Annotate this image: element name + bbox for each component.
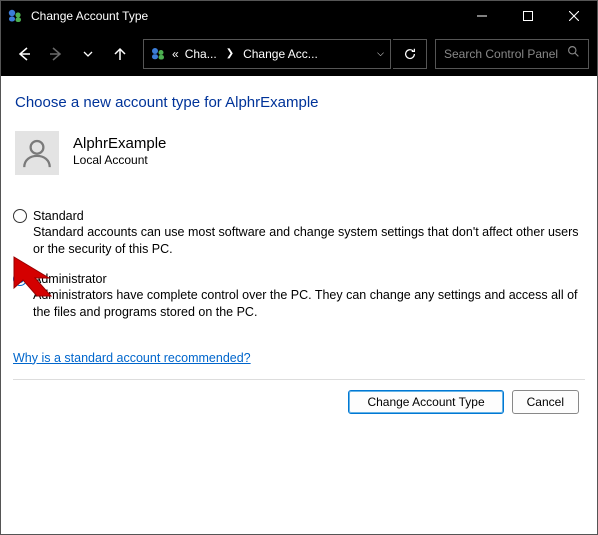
maximize-button[interactable]: [505, 1, 551, 31]
crumb-2[interactable]: Change Acc...: [243, 47, 318, 61]
help-link[interactable]: Why is a standard account recommended?: [13, 351, 251, 365]
option-standard[interactable]: Standard Standard accounts can use most …: [13, 209, 585, 258]
avatar: [15, 131, 59, 175]
crumb-prefix: «: [172, 47, 179, 61]
radio-standard[interactable]: [13, 209, 27, 223]
window-title: Change Account Type: [31, 9, 459, 23]
search-input[interactable]: Search Control Panel: [435, 39, 589, 69]
crumb-1[interactable]: Cha...: [185, 47, 217, 61]
chevron-down-icon[interactable]: ⌵: [377, 48, 384, 59]
refresh-button[interactable]: [393, 39, 427, 69]
title-bar: Change Account Type: [1, 1, 597, 31]
page-title: Choose a new account type for AlphrExamp…: [13, 94, 585, 111]
minimize-button[interactable]: [459, 1, 505, 31]
content-area: Choose a new account type for AlphrExamp…: [1, 76, 597, 414]
button-row: Change Account Type Cancel: [13, 390, 585, 414]
option-administrator-label: Administrator: [33, 272, 107, 286]
option-standard-desc: Standard accounts can use most software …: [33, 224, 585, 258]
navigation-bar: « Cha... ❯ Change Acc... ⌵ Search Contro…: [1, 31, 597, 76]
close-button[interactable]: [551, 1, 597, 31]
user-summary: AlphrExample Local Account: [13, 131, 585, 175]
change-account-type-button[interactable]: Change Account Type: [348, 390, 503, 414]
divider: [13, 379, 585, 380]
option-standard-label: Standard: [33, 209, 84, 223]
users-icon: [150, 46, 166, 62]
address-bar[interactable]: « Cha... ❯ Change Acc... ⌵: [143, 39, 391, 69]
cancel-button[interactable]: Cancel: [512, 390, 579, 414]
up-button[interactable]: [105, 39, 135, 69]
option-administrator[interactable]: Administrator Administrators have comple…: [13, 272, 585, 321]
option-administrator-desc: Administrators have complete control ove…: [33, 287, 585, 321]
user-type: Local Account: [73, 153, 166, 167]
radio-administrator[interactable]: [13, 272, 27, 286]
chevron-right-icon: ❯: [223, 48, 237, 59]
user-name: AlphrExample: [73, 135, 166, 152]
app-icon: [7, 8, 23, 24]
forward-button[interactable]: [41, 39, 71, 69]
recent-dropdown[interactable]: [73, 39, 103, 69]
back-button[interactable]: [9, 39, 39, 69]
search-icon: [567, 45, 580, 63]
search-placeholder: Search Control Panel: [444, 47, 558, 61]
